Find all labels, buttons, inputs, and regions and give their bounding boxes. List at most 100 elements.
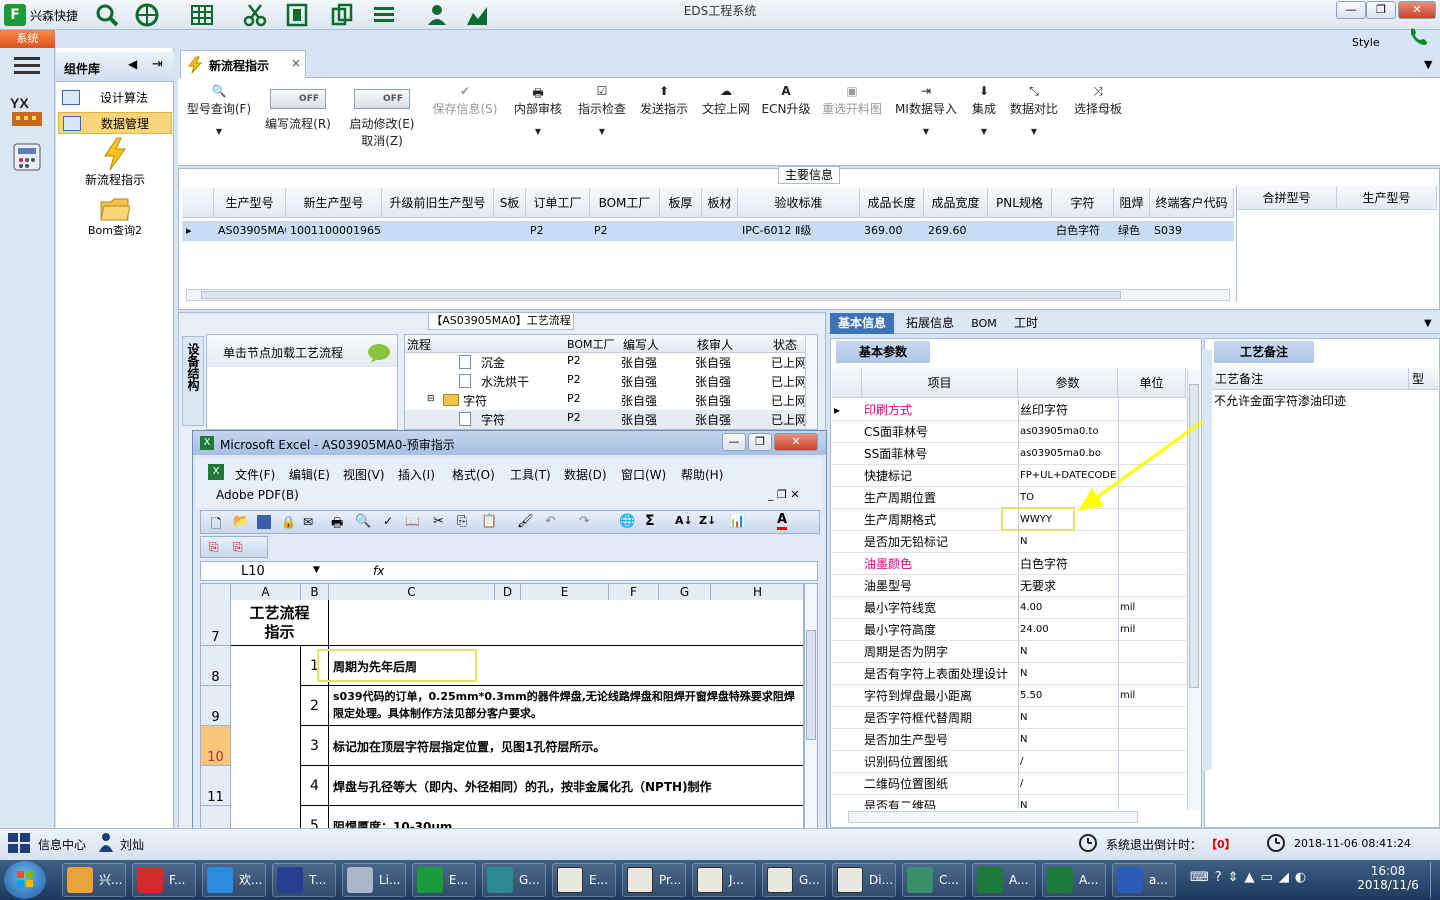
column-header[interactable]: 编写人 (623, 336, 659, 353)
column-header[interactable]: S板 (494, 188, 526, 218)
pdf-convert-icon[interactable]: ⎘ (209, 540, 219, 555)
column-header[interactable]: 参数 (1018, 368, 1118, 398)
table-cell[interactable] (988, 221, 1052, 241)
menu-file[interactable]: 文件(F) (235, 466, 275, 483)
phone-icon[interactable] (1408, 26, 1430, 46)
copy-icon[interactable] (330, 3, 354, 27)
column-header[interactable]: 板材 (702, 188, 738, 218)
ecn-upgrade-button[interactable]: A ECN升级 (758, 84, 814, 117)
print-preview-icon[interactable]: 🔍 (355, 514, 371, 529)
tray-clock[interactable]: 16:08 2018/11/6 (1356, 864, 1420, 892)
table-cell[interactable]: 绿色 (1114, 221, 1150, 241)
param-value[interactable]: 5.50 (1020, 685, 1042, 706)
table-row[interactable]: 是否加无铅标记 N (832, 531, 1186, 553)
param-value[interactable]: N (1020, 531, 1027, 552)
menu-format[interactable]: 格式(O) (452, 466, 495, 483)
new-icon[interactable]: 🗋 (211, 515, 221, 537)
param-value[interactable]: N (1020, 641, 1027, 662)
film-icon[interactable] (285, 3, 309, 27)
table-row[interactable]: 是否字符框代替周期 N (832, 707, 1186, 729)
sort-ascending-icon[interactable]: A↓ (675, 514, 693, 527)
instruct-check-button[interactable]: ☑ 指示检查 ▼ (572, 84, 632, 136)
table-row[interactable]: ▸ AS03905MA0 10011000019658 P2 P2 IPC-60… (182, 221, 1234, 241)
user-icon[interactable] (425, 3, 449, 27)
collapse-left-icon[interactable]: ◀ (128, 57, 137, 71)
table-row[interactable]: 油墨型号 无要求 (832, 575, 1186, 597)
params-hscrollbar[interactable] (848, 811, 1138, 823)
tab-hours[interactable]: 工时 (1006, 313, 1046, 334)
name-box[interactable]: L10 (241, 564, 265, 579)
table-cell[interactable]: P2 (590, 221, 660, 241)
table-row[interactable]: 油墨颜色 白色字符 (832, 553, 1186, 575)
param-value[interactable]: 无要求 (1020, 575, 1056, 596)
column-header[interactable]: 板厚 (660, 188, 702, 218)
select-all-corner[interactable] (201, 584, 231, 600)
column-header[interactable]: 单位 (1118, 368, 1186, 398)
pdf-email-icon[interactable]: ⎘ (233, 540, 243, 555)
tile-new-flow[interactable]: 新流程指示 (60, 137, 170, 188)
menu-help[interactable]: 帮助(H) (681, 466, 723, 483)
instruction-row[interactable]: 4 焊盘与孔径等大（即内、外径相同）的孔，按非金属化孔（NPTH)制作 (301, 766, 803, 806)
table-row[interactable]: 二维码位置图纸 / (832, 773, 1186, 795)
select-board-button[interactable]: ⤨ 选择母板 (1068, 84, 1128, 117)
column-header[interactable]: 字符 (1052, 188, 1114, 218)
taskbar-item[interactable]: Di... (832, 863, 896, 897)
taskbar-item[interactable]: C... (902, 863, 966, 897)
column-header[interactable]: G (659, 584, 711, 600)
excel-restore-button[interactable]: ❐ (748, 433, 772, 451)
table-cell[interactable] (382, 221, 494, 241)
menu-edit[interactable]: 编辑(E) (289, 466, 330, 483)
instruction-row[interactable]: 2 s039代码的订单，0.25mm*0.3mm的器件焊盘,无论线路焊盘和阻焊开… (301, 686, 803, 726)
param-value[interactable]: 4.00 (1020, 597, 1042, 618)
param-value[interactable]: / (1020, 773, 1023, 794)
menu-adobe-pdf[interactable]: Adobe PDF(B) (216, 488, 299, 502)
param-value[interactable]: N (1020, 707, 1027, 728)
param-value[interactable]: N (1020, 729, 1027, 750)
research-icon[interactable]: 📖 (405, 514, 420, 528)
column-header[interactable]: 生产型号 (214, 188, 286, 218)
side-tab-structure[interactable]: 设备结构 (182, 336, 204, 426)
restore-button[interactable]: ❐ (1366, 1, 1396, 19)
globe-icon[interactable] (135, 3, 159, 27)
start-button[interactable] (4, 861, 46, 899)
row-header[interactable]: 11 (201, 766, 231, 806)
table-row[interactable]: 字符到焊盘最小距离 5.50 mil (832, 685, 1186, 707)
taskbar-item[interactable]: E... (552, 863, 616, 897)
reselect-material-button[interactable]: ▣ 重选开料图 (818, 84, 886, 117)
column-header[interactable]: 升级前旧生产型号 (382, 188, 494, 218)
name-box-dropdown-icon[interactable]: ▼ (313, 565, 320, 575)
doc-online-button[interactable]: ☁ 文控上网 (696, 84, 756, 117)
column-header[interactable]: 验收标准 (738, 188, 860, 218)
column-header[interactable]: 项目 (862, 368, 1018, 398)
taskbar-item[interactable]: 欢... (202, 863, 266, 897)
send-instruct-button[interactable]: ⬆ 发送指示 (634, 84, 694, 117)
column-header[interactable]: 核审人 (697, 336, 733, 353)
collapse-icon[interactable]: ⊟ (427, 394, 435, 404)
table-cell[interactable]: 10011000019658 (286, 221, 382, 241)
table-cell[interactable] (660, 221, 702, 241)
remark-text[interactable]: 不允许金面字符渗油印迹 (1214, 392, 1346, 409)
toggle-switch[interactable]: OFF (270, 89, 326, 109)
column-header[interactable]: 订单工厂 (526, 188, 590, 218)
tab-extended-info[interactable]: 拓展信息 (898, 313, 962, 334)
cancel-label[interactable]: 取消(Z) (344, 132, 420, 149)
column-header[interactable]: 流程 (407, 336, 431, 353)
compare-button[interactable]: ⤡ 数据对比 ▼ (1006, 84, 1062, 136)
model-query-button[interactable]: 🔍 型号查询(F) ▼ (184, 84, 254, 136)
list-icon[interactable] (372, 3, 396, 27)
tree-row[interactable]: 水洗烘干 P2 张自强 张自强 已上网 (405, 372, 805, 391)
open-icon[interactable]: 📂 (233, 514, 249, 529)
print-icon[interactable]: 🖶 (331, 514, 343, 536)
scrollbar-thumb[interactable] (806, 630, 816, 740)
close-button[interactable]: ✕ (1398, 1, 1436, 19)
scissors-icon[interactable] (243, 3, 267, 27)
column-header[interactable]: 阻焊 (1114, 188, 1150, 218)
component-item-data-management[interactable]: 数据管理 (58, 112, 172, 134)
row-header[interactable]: 8 (201, 646, 231, 686)
taskbar-item[interactable]: J... (692, 863, 756, 897)
system-tab[interactable]: 系统 (0, 30, 55, 48)
table-row[interactable]: 是否有二维码 N (832, 795, 1186, 809)
param-value[interactable]: N (1020, 795, 1027, 809)
internal-review-button[interactable]: 🖶 内部审核 ▼ (508, 84, 568, 136)
minimize-button[interactable]: — (1336, 1, 1366, 19)
